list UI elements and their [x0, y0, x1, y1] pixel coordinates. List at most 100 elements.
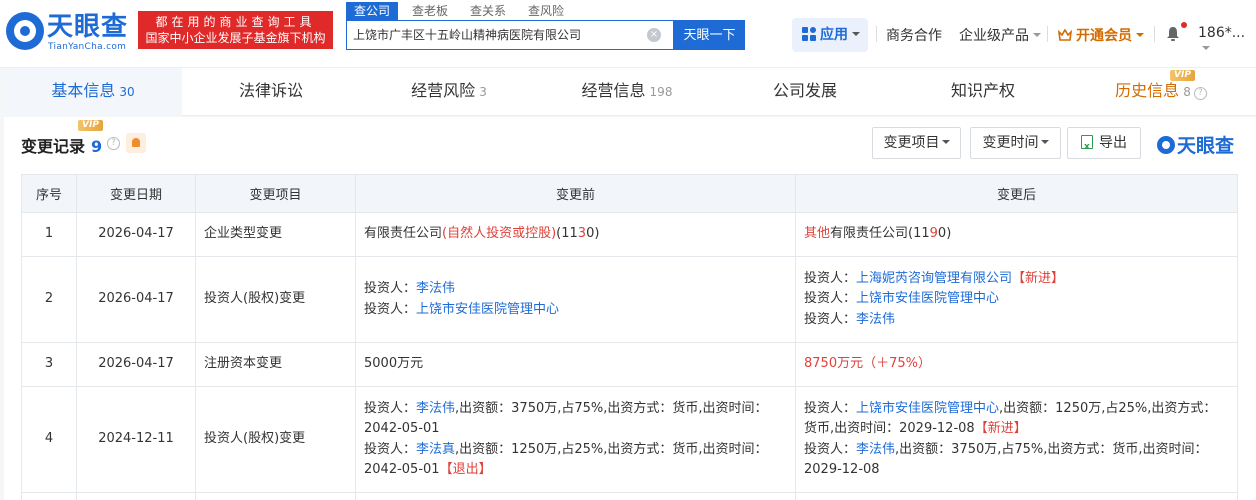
brand-watermark: 天眼查: [1157, 131, 1234, 158]
nav-divider: [1154, 26, 1155, 42]
nav-enterprise-label: 企业级产品: [959, 28, 1029, 44]
row-item: 注册资本变更: [195, 342, 356, 387]
tab-operating-risk[interactable]: 经营风险 3: [360, 68, 538, 116]
tab-count: 198: [649, 85, 673, 99]
nav-divider: [876, 26, 877, 42]
highlight-diff: 其他: [804, 226, 831, 242]
investor-link[interactable]: 上饶市安佳医院管理中心: [416, 302, 559, 317]
filter-change-item-dropdown[interactable]: 变更项目: [872, 127, 961, 159]
row-after: 其他有限责任公司(1190): [795, 212, 1238, 257]
investor-link[interactable]: 李法伟: [856, 442, 895, 457]
row-before: 投资人：李法伟,出资额：3750万,占75%,出资方式：货币,出资时间：2042…: [355, 386, 796, 493]
value-text: 有限责任公司: [364, 226, 443, 242]
investor-line: 投资人：上海妮芮咨询管理有限公司【新进】: [804, 269, 1229, 290]
company-tab-bar: 基本信息 30 法律诉讼 经营风险 3 经营信息 198 公司发展 知识产权 VIP …: [4, 68, 1256, 116]
chevron-down-icon: [1033, 33, 1041, 37]
bell-alert-icon[interactable]: [126, 133, 146, 153]
new-entry-tag: 【新进】: [974, 421, 1027, 436]
col-header-date: 变更日期: [76, 174, 196, 213]
investor-line: 投资人：上饶市安佳医院管理中心: [804, 289, 1229, 310]
tab-label: 经营信息: [581, 81, 646, 100]
row-before: 有限责任公司(自然人投资或控股)(1130): [355, 212, 796, 257]
search-button[interactable]: 天眼一下: [674, 20, 745, 50]
search-tab-relation[interactable]: 查关系: [462, 2, 514, 20]
highlight-diff: 3: [577, 226, 587, 242]
table-row: 2 2026-04-17 投资人(股权)变更 投资人：李法伟 投资人：上饶市安佳…: [21, 256, 1238, 343]
change-records-section: 变更记录 9 VIP ? 变更项目 变更时间 导出 天眼查 序号 变更日期 变更项…: [4, 117, 1256, 500]
tab-label: 法律诉讼: [238, 81, 303, 100]
row-after: 8750万元（＋75%）: [795, 342, 1238, 387]
top-header: 天眼查 TianYanCha.com 都在用的商业查询工具 国家中小企业发展子基…: [0, 0, 1256, 68]
value-text: 0): [586, 226, 600, 242]
logo-eye-icon: [6, 12, 44, 50]
investor-label: 投资人：: [804, 400, 857, 416]
row-index: 1: [21, 212, 77, 257]
tianyancha-logo[interactable]: 天眼查 TianYanCha.com: [6, 12, 134, 52]
slogan-banner: 都在用的商业查询工具 国家中小企业发展子基金旗下机构: [138, 11, 333, 49]
user-account[interactable]: 186*...: [1198, 25, 1256, 57]
export-label: 导出: [1099, 135, 1127, 151]
investor-label: 投资人：: [804, 270, 857, 286]
slogan-line-1: 都在用的商业查询工具: [155, 15, 316, 29]
search-tab-risk[interactable]: 查风险: [520, 2, 572, 20]
row-index: 3: [21, 342, 77, 387]
export-button[interactable]: 导出: [1067, 127, 1141, 162]
clear-icon[interactable]: ×: [647, 28, 661, 42]
value-text: 有限责任公司(11: [830, 226, 930, 242]
investor-link[interactable]: 上饶市安佳医院管理中心: [856, 401, 999, 416]
tab-count: 3: [479, 85, 487, 99]
tab-count: 30: [119, 85, 135, 99]
search-tab-company[interactable]: 查公司: [346, 2, 399, 20]
tab-label: 知识产权: [950, 81, 1015, 100]
nav-enterprise-products[interactable]: 企业级产品: [959, 25, 1041, 45]
vip-badge: VIP: [78, 120, 103, 131]
tab-basic-info[interactable]: 基本信息 30: [4, 68, 182, 116]
table-row: [21, 492, 1238, 500]
investor-link[interactable]: 上海妮芮咨询管理有限公司: [856, 271, 1012, 286]
investor-label: 投资人：: [364, 301, 417, 317]
app-menu-button[interactable]: 应用: [792, 18, 868, 52]
bell-icon[interactable]: [1165, 26, 1181, 42]
investor-line: 投资人：李法伟: [804, 310, 1229, 331]
section-count: 9: [91, 137, 103, 156]
investor-link[interactable]: 李法伟: [416, 281, 455, 296]
investor-link[interactable]: 李法伟: [416, 401, 455, 416]
crown-icon: [1058, 29, 1072, 41]
row-item: 投资人(股权)变更: [195, 386, 356, 493]
col-header-index: 序号: [21, 174, 77, 213]
row-index: 4: [21, 386, 77, 493]
logo-text: 天眼查: [47, 12, 129, 42]
investor-link[interactable]: 李法真: [416, 442, 455, 457]
row-before: 5000万元: [355, 342, 796, 387]
filter-change-time-dropdown[interactable]: 变更时间: [970, 127, 1061, 159]
chevron-down-icon: [1040, 140, 1049, 144]
nav-business-cooperation[interactable]: 商务合作: [886, 25, 942, 45]
investor-line: 投资人：上饶市安佳医院管理中心,出资额：1250万,占25%,出资方式：货币,出…: [804, 399, 1229, 440]
row-item: [195, 492, 356, 500]
value-text: 0): [937, 226, 952, 242]
row-index: [21, 492, 77, 500]
search-tab-boss[interactable]: 查老板: [404, 2, 456, 20]
tab-operating-info[interactable]: 经营信息 198: [538, 68, 716, 116]
investor-line: 投资人：李法伟: [364, 279, 787, 300]
investor-label: 投资人：: [804, 441, 857, 457]
investor-link[interactable]: 上饶市安佳医院管理中心: [856, 291, 999, 306]
table-row: 1 2026-04-17 企业类型变更 有限责任公司(自然人投资或控股)(113…: [21, 212, 1238, 257]
tab-intellectual-property[interactable]: 知识产权: [894, 68, 1072, 116]
help-icon[interactable]: ?: [1193, 87, 1207, 100]
tab-company-development[interactable]: 公司发展: [716, 68, 894, 116]
search-input[interactable]: [353, 27, 643, 41]
investor-label: 投资人：: [364, 281, 417, 296]
row-date: [76, 492, 196, 500]
row-date: 2026-04-17: [76, 342, 196, 387]
investor-link[interactable]: 李法伟: [856, 312, 895, 327]
tab-history-info[interactable]: VIP 历史信息 8?: [1072, 68, 1250, 116]
help-icon[interactable]: ?: [107, 137, 120, 150]
app-grid-icon: [802, 27, 816, 41]
tab-legal[interactable]: 法律诉讼: [182, 68, 360, 116]
nav-open-vip[interactable]: 开通会员: [1058, 25, 1144, 45]
row-index: 2: [21, 256, 77, 343]
investor-label: 投资人：: [804, 291, 857, 307]
value-text: (11: [556, 226, 578, 242]
notification-dot: [1181, 22, 1187, 28]
